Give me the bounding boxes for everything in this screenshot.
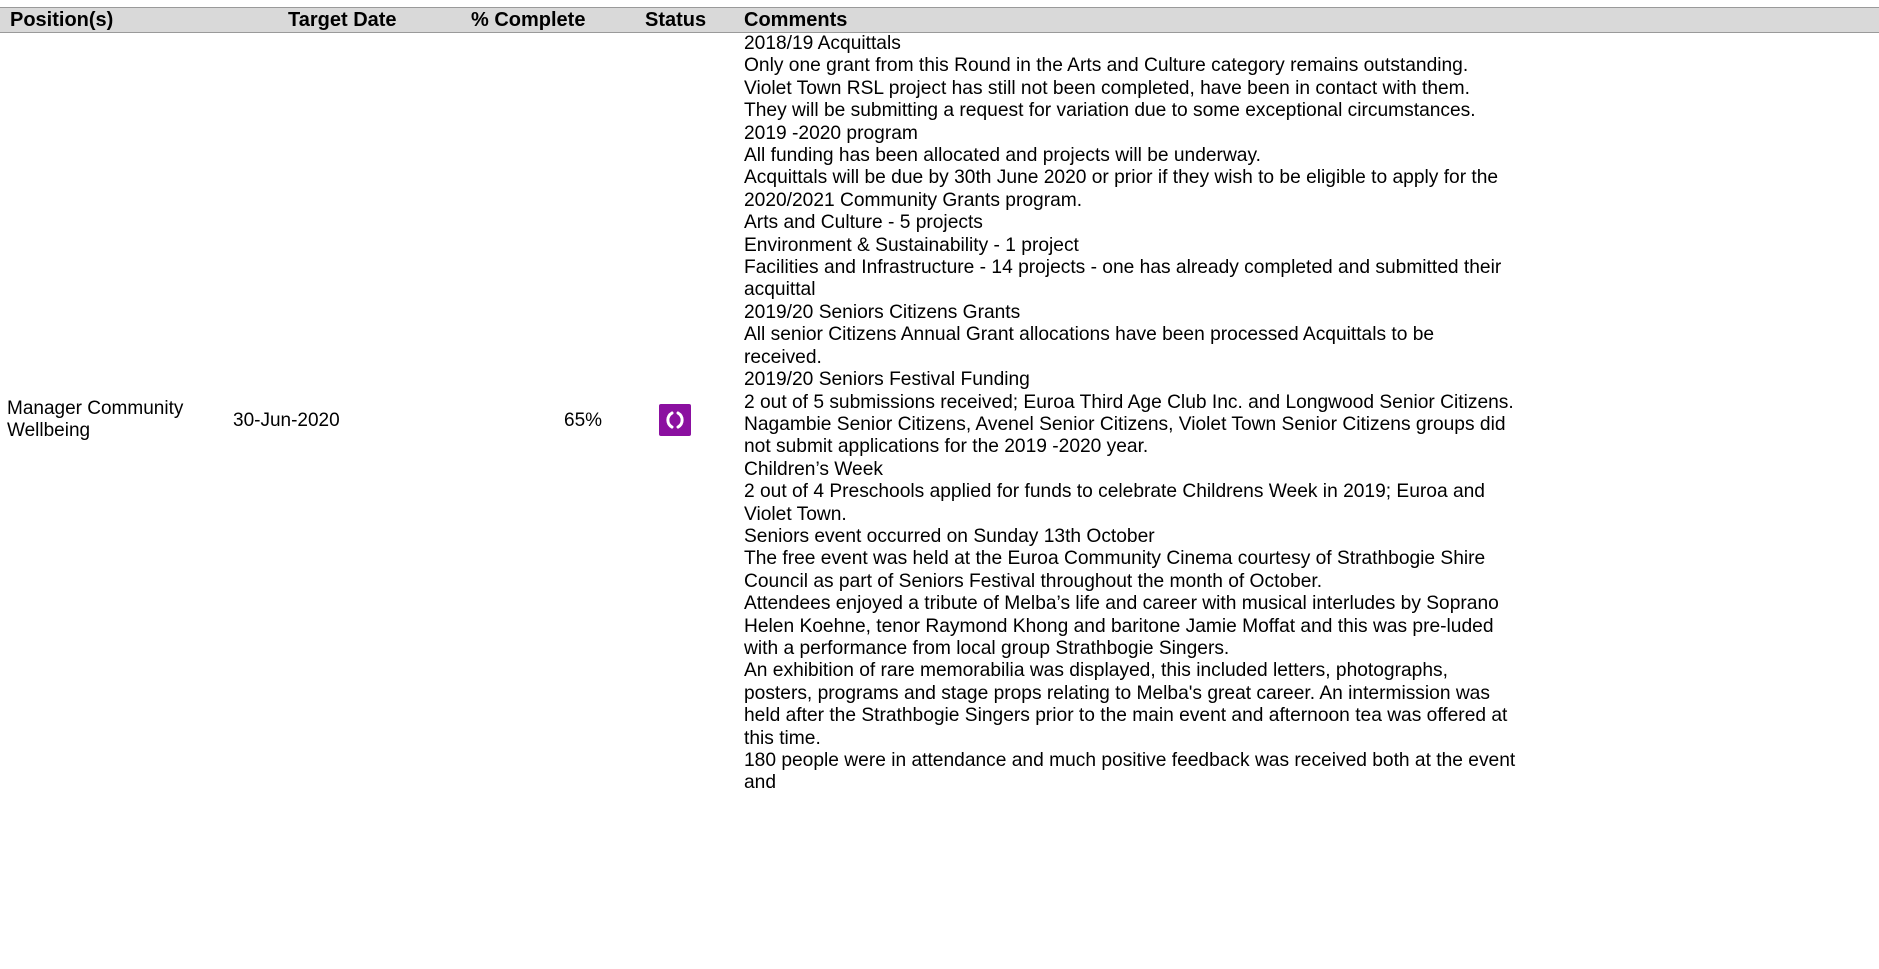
position-cell: Manager Community Wellbeing	[7, 398, 237, 442]
comment-line: this time.	[744, 727, 821, 749]
comment-line: An exhibition of rare memorabilia was di…	[744, 660, 1448, 682]
comment-line: Only one grant from this Round in the Ar…	[744, 55, 1469, 77]
comment-line: Violet Town.	[744, 503, 847, 525]
comment-line: and	[744, 772, 777, 794]
comment-line: Nagambie Senior Citizens, Avenel Senior …	[744, 413, 1506, 435]
position-line: Manager Community	[7, 398, 184, 419]
comment-line: 2019/20 Seniors Festival Funding	[744, 369, 1030, 391]
comment-line: held after the Strathbogie Singers prior…	[744, 705, 1508, 727]
header-target-date: Target Date	[288, 9, 397, 31]
comment-line: Council as part of Seniors Festival thro…	[744, 570, 1323, 592]
comment-line: 2 out of 5 submissions received; Euroa T…	[744, 391, 1514, 413]
table-header: Position(s) Target Date % Complete Statu…	[0, 7, 1879, 33]
comment-line: Helen Koehne, tenor Raymond Khong and ba…	[744, 615, 1494, 637]
comment-line: Acquittals will be due by 30th June 2020…	[744, 167, 1499, 189]
comment-line: Violet Town RSL project has still not be…	[744, 77, 1470, 99]
comment-line: 2018/19 Acquittals	[744, 33, 901, 54]
header-status: Status	[645, 9, 707, 31]
comment-line: 2019 -2020 program	[744, 122, 918, 144]
position-line: Wellbeing	[7, 420, 91, 441]
comment-line: acquittal	[744, 279, 816, 301]
comment-line: received.	[744, 346, 822, 368]
comment-line: All senior Citizens Annual Grant allocat…	[744, 324, 1435, 346]
header-positions: Position(s)	[10, 9, 114, 31]
in-progress-icon	[659, 404, 691, 436]
target-date-cell: 30-Jun-2020	[233, 410, 340, 431]
comment-line: 180 people were in attendance and much p…	[744, 750, 1516, 771]
comment-line: All funding has been allocated and proje…	[744, 145, 1261, 167]
comment-line: They will be submitting a request for va…	[744, 100, 1476, 122]
comment-line: The free event was held at the Euroa Com…	[744, 548, 1486, 570]
header-comments: Comments	[744, 9, 848, 31]
comment-line: 2019/20 Seniors Citizens Grants	[744, 301, 1021, 323]
header-percent-complete: % Complete	[471, 9, 586, 31]
comment-line: Children’s Week	[744, 458, 883, 480]
comment-line: Attendees enjoyed a tribute of Melba’s l…	[744, 593, 1499, 615]
comment-line: 2020/2021 Community Grants program.	[744, 189, 1083, 211]
comment-line: with a performance from local group Stra…	[744, 637, 1230, 659]
comment-line: 2 out of 4 Preschools applied for funds …	[744, 481, 1485, 503]
comment-line: Seniors event occurred on Sunday 13th Oc…	[744, 525, 1155, 547]
comments-cell: 2018/19 Acquittals Only one grant from th…	[744, 33, 1874, 795]
comment-line: Arts and Culture - 5 projects	[744, 212, 983, 234]
percent-complete-cell: 65%	[564, 410, 603, 431]
comment-line: not submit applications for the 2019 -20…	[744, 436, 1149, 458]
comment-line: posters, programs and stage props relati…	[744, 682, 1490, 704]
comment-line: Environment & Sustainability - 1 project	[744, 234, 1079, 256]
comment-line: Facilities and Infrastructure - 14 proje…	[744, 257, 1502, 279]
